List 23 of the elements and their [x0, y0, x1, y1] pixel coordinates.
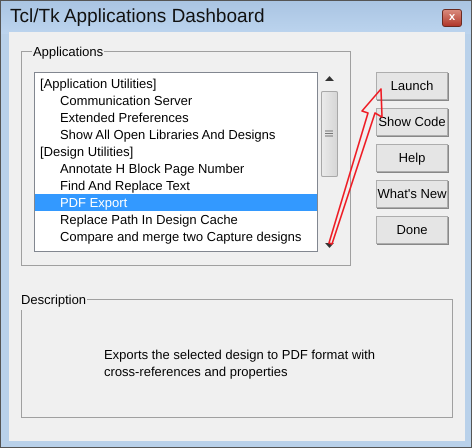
whats-new-button[interactable]: What's New	[376, 180, 448, 208]
scroll-up-icon[interactable]	[324, 76, 334, 80]
list-item[interactable]: Show All Open Libraries And Designs	[35, 126, 317, 142]
list-item[interactable]: Compare and merge two Capture designs	[35, 228, 317, 244]
list-item[interactable]: [Application Utilities]	[35, 74, 317, 92]
list-item[interactable]: Extended Preferences	[35, 108, 317, 126]
list-item[interactable]: Communication Server	[35, 92, 317, 108]
done-button[interactable]: Done	[376, 216, 448, 244]
group-label: Applications	[32, 43, 104, 61]
show-code-button[interactable]: Show Code	[376, 108, 448, 136]
list-item[interactable]: Annotate H Block Page Number	[35, 160, 317, 176]
close-button[interactable]: x	[442, 8, 462, 26]
list-item[interactable]: Replace Path In Design Cache	[35, 210, 317, 228]
list-item[interactable]: Find And Replace Text	[35, 176, 317, 194]
group-label: Description	[20, 291, 88, 309]
list-item[interactable]: [Design Utilities]	[35, 142, 317, 160]
help-button[interactable]: Help	[376, 144, 448, 172]
grip-icon	[325, 130, 333, 137]
launch-button[interactable]: Launch	[376, 72, 448, 100]
scroll-down-icon[interactable]	[324, 242, 334, 248]
window-title: Tcl/Tk Applications Dashboard	[10, 5, 265, 30]
description-text: Exports the selected design to PDF format with cross-references and properties	[104, 346, 376, 380]
scroll-thumb[interactable]	[320, 90, 338, 176]
